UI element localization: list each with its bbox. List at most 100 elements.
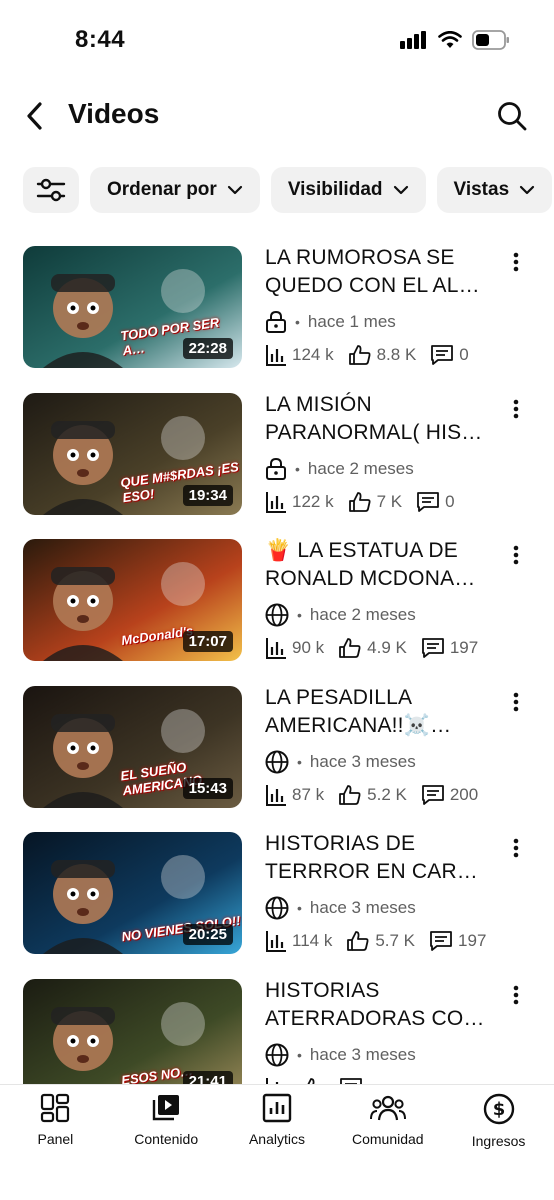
filter-bar: Ordenar por Visibilidad Vistas xyxy=(23,167,554,213)
comments-count: 0 xyxy=(459,345,469,364)
likes-stat: 5.2 K xyxy=(338,784,407,806)
content-icon xyxy=(152,1095,180,1121)
earnings-icon: $ xyxy=(483,1093,514,1125)
status-icons xyxy=(400,30,510,50)
globe-icon xyxy=(265,1043,289,1066)
video-title-line1: LA MISIÓN xyxy=(265,392,372,416)
video-title[interactable]: LA PESADILLA AMERICANA!!☠️… xyxy=(265,684,500,740)
video-title[interactable]: HISTORIAS DE TERRROR EN CAR… xyxy=(265,830,500,886)
search-button[interactable] xyxy=(492,96,532,136)
video-meta: • hace 3 meses xyxy=(265,750,416,774)
meta-separator: • xyxy=(297,753,302,770)
bottom-nav: Panel Contenido Analytics Comunidad $ In… xyxy=(0,1084,554,1200)
more-vert-icon xyxy=(513,545,519,565)
video-row[interactable]: NO VIENES SOLO!! 20:25 HISTORIAS DE TERRROR… xyxy=(0,822,554,968)
like-icon xyxy=(339,784,361,805)
video-more-button[interactable] xyxy=(504,688,528,716)
views-count: 122 k xyxy=(292,491,334,511)
comments-count: 200 xyxy=(449,784,479,804)
video-thumbnail[interactable]: NO VIENES SOLO!! 20:25 xyxy=(23,832,242,954)
back-button[interactable] xyxy=(18,96,50,136)
nav-contenido[interactable]: Contenido xyxy=(111,1085,222,1200)
lock-icon xyxy=(266,310,286,333)
likes-count: 5.7 K xyxy=(375,931,416,950)
chevron-down-icon xyxy=(520,185,535,195)
comment-icon xyxy=(417,491,440,512)
views-icon xyxy=(266,1077,279,1084)
meta-separator: • xyxy=(295,314,300,330)
like-icon xyxy=(348,345,371,365)
video-title-line2: AMERICANA!!☠️… xyxy=(265,713,452,737)
video-duration: 20:25 xyxy=(182,924,233,945)
video-more-button[interactable] xyxy=(504,395,528,423)
likes-count: 8.8 K xyxy=(376,345,417,364)
video-more-button[interactable] xyxy=(504,981,528,1009)
nav-panel[interactable]: Panel xyxy=(0,1085,111,1200)
video-row[interactable]: EL SUEÑO AMERICANO 15:43 LA PESADILLA AMERI… xyxy=(0,676,554,822)
comments-stat: 0 xyxy=(430,344,469,366)
globe-icon xyxy=(265,603,289,627)
video-age: hace 2 meses xyxy=(309,605,416,624)
nav-ingresos-label: Ingresos xyxy=(471,1133,526,1149)
video-more-button[interactable] xyxy=(504,834,528,862)
video-row[interactable]: ESOS NO… 21:41 HISTORIAS ATERRADORAS CO… • ha… xyxy=(0,969,554,1084)
nav-analytics-label: Analytics xyxy=(248,1131,305,1147)
video-title[interactable]: 🍟 LA ESTATUA DE RONALD MCDONA… xyxy=(265,537,500,593)
chevron-down-icon xyxy=(227,185,242,195)
nav-panel-label: Panel xyxy=(37,1131,74,1147)
video-title[interactable]: LA MISIÓN PARANORMAL( HIS… xyxy=(265,391,500,447)
video-title-line2: RONALD MCDONA… xyxy=(265,567,476,590)
chevron-left-icon xyxy=(27,102,42,130)
video-title[interactable]: HISTORIAS ATERRADORAS CO… xyxy=(265,977,500,1033)
sort-by-chip[interactable]: Ordenar por xyxy=(90,167,260,213)
views-stat: 124 k xyxy=(265,344,334,366)
lock-icon xyxy=(266,457,286,480)
video-stats: 124 k 8.8 K 0 xyxy=(265,344,483,366)
video-more-button[interactable] xyxy=(504,248,528,276)
video-duration: 19:34 xyxy=(182,484,233,506)
views-stat: 114 k xyxy=(265,930,332,952)
comment-icon xyxy=(421,784,444,805)
nav-analytics[interactable]: Analytics xyxy=(222,1085,333,1200)
video-row[interactable]: McDonald's 17:07 🍟 LA ESTATUA DE RONALD MCD… xyxy=(0,529,554,675)
views-icon xyxy=(266,784,286,806)
views-count: 114 k xyxy=(292,931,333,950)
video-meta: • hace 1 mes xyxy=(265,310,396,334)
like-icon xyxy=(307,1077,315,1084)
video-row[interactable]: TODO POR SER A… 22:28 LA RUMOROSA SE QUEDO … xyxy=(0,236,554,382)
meta-separator: • xyxy=(295,460,300,477)
views-stat: 87 k xyxy=(265,784,324,806)
status-bar: 8:44 xyxy=(0,0,554,80)
likes-count: 4.9 K xyxy=(367,638,407,657)
comment-icon xyxy=(430,931,452,951)
comments-stat: 0 xyxy=(416,491,455,513)
views-icon xyxy=(266,491,286,513)
video-thumbnail[interactable]: ESOS NO… 21:41 xyxy=(23,978,242,1084)
video-age: hace 3 meses xyxy=(309,751,416,771)
video-row[interactable]: QUE M#$RDAS ¡ES ESO! 19:34 LA MISIÓN PARANO… xyxy=(0,383,554,529)
video-thumbnail[interactable]: QUE M#$RDAS ¡ES ESO! 19:34 xyxy=(23,392,242,515)
video-stats: 114 k 5.7 K 197 xyxy=(265,930,500,952)
like-icon xyxy=(339,638,361,658)
video-duration: 22:28 xyxy=(182,338,233,359)
video-more-button[interactable] xyxy=(504,541,528,569)
page-title: Videos xyxy=(68,98,160,129)
nav-comunidad[interactable]: Comunidad xyxy=(332,1085,443,1200)
views-chip[interactable]: Vistas xyxy=(436,167,553,213)
video-thumbnail[interactable]: McDonald's 17:07 xyxy=(23,539,242,661)
likes-stat: 8.8 K xyxy=(348,344,417,366)
wifi-icon xyxy=(438,31,462,48)
views-icon xyxy=(266,345,286,366)
video-thumbnail[interactable]: TODO POR SER A… 22:28 xyxy=(23,246,242,368)
filter-settings-button[interactable] xyxy=(23,167,79,213)
video-thumbnail[interactable]: EL SUEÑO AMERICANO 15:43 xyxy=(23,685,242,808)
video-title[interactable]: LA RUMOROSA SE QUEDO CON EL AL… xyxy=(265,244,500,300)
visibility-chip[interactable]: Visibilidad xyxy=(270,167,426,213)
video-age: hace 3 meses xyxy=(309,898,416,917)
nav-contenido-label: Contenido xyxy=(134,1131,199,1147)
video-stats: 90 k 4.9 K 197 xyxy=(265,637,492,659)
video-stats xyxy=(265,1077,377,1084)
nav-ingresos[interactable]: $ Ingresos xyxy=(443,1085,554,1200)
video-age: hace 1 mes xyxy=(307,312,396,331)
views-count: 87 k xyxy=(292,784,325,804)
